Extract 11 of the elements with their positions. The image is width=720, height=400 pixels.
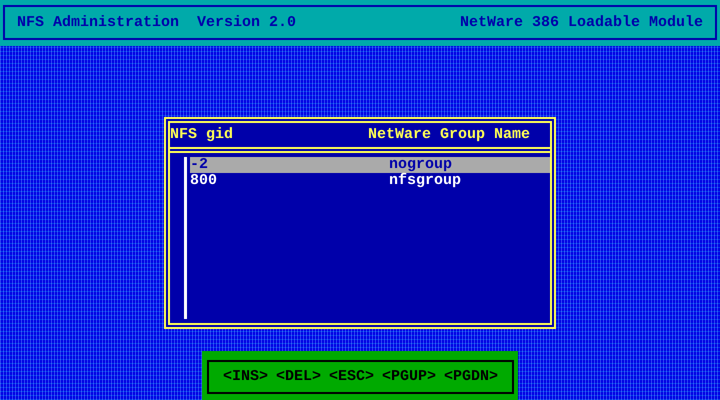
key-hint: <DEL> — [276, 369, 321, 385]
column-header: NetWare Group Name — [368, 127, 530, 143]
key-hint: <INS> — [222, 369, 268, 385]
key-hint: <PGDN> — [444, 369, 498, 385]
key-hint: <PGUP> — [382, 369, 436, 385]
app-title: NFS Administration Version 2.0 — [17, 14, 296, 30]
column-header: NFS gid — [170, 127, 234, 143]
list-row[interactable]: -2 nogroup — [190, 157, 550, 173]
list-row[interactable]: 800 nfsgroup — [190, 173, 550, 189]
key-hint: <ESC> — [328, 369, 374, 385]
module-label: NetWare 386 Loadable Module — [460, 14, 703, 30]
